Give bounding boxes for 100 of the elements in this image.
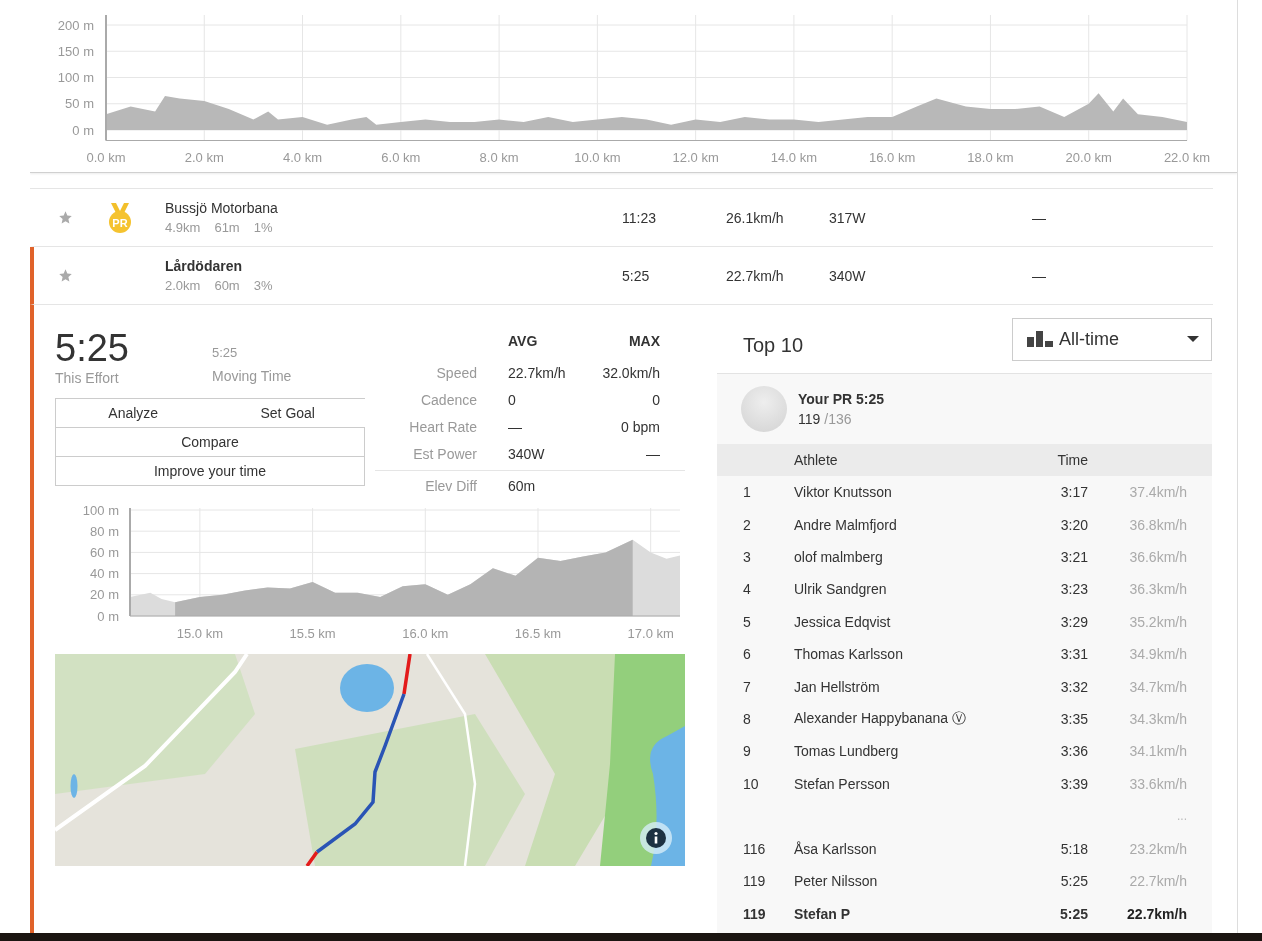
stat-value: 32.0km/h bbox=[602, 364, 660, 381]
ellipsis: ... bbox=[1177, 809, 1187, 824]
segment-row[interactable]: PR Bussjö Motorbana 4.9km 61m 1% 11:23 26.1km/h 317W — bbox=[30, 189, 1213, 247]
effort-speed: 36.8km/h bbox=[1129, 516, 1187, 533]
stat-value: 22.7km/h bbox=[508, 364, 566, 381]
axis-label: 0 m bbox=[72, 122, 94, 138]
leaderboard-title: Top 10 bbox=[742, 333, 804, 357]
effort-speed: 23.2km/h bbox=[1129, 841, 1187, 858]
athlete-name[interactable]: Ulrik Sandgren bbox=[794, 581, 887, 598]
athlete-name[interactable]: Viktor Knutsson bbox=[794, 484, 892, 501]
axis-label: 16.0 km bbox=[402, 626, 449, 641]
rank-number: 9 bbox=[743, 743, 752, 760]
effort-speed: 34.3km/h bbox=[1129, 710, 1187, 727]
effort-speed: 37.4km/h bbox=[1129, 484, 1187, 501]
rank-number: 7 bbox=[743, 678, 752, 695]
segment-elevation: 61m bbox=[214, 220, 240, 235]
column-header: AVG bbox=[507, 333, 539, 349]
segment-time: 11:23 bbox=[622, 209, 656, 226]
axis-label: 14.0 km bbox=[770, 150, 818, 165]
effort-time: 5:25 bbox=[55, 327, 130, 369]
avatar bbox=[741, 386, 787, 432]
effort-time: 3:39 bbox=[1060, 775, 1088, 792]
axis-label: 0.0 km bbox=[86, 150, 126, 165]
rank-number: 119 bbox=[743, 905, 767, 922]
rank-number: 1 bbox=[743, 484, 752, 501]
axis-label: 100 m bbox=[82, 502, 119, 518]
stat-label: Cadence bbox=[419, 391, 477, 408]
info-icon[interactable] bbox=[639, 821, 673, 855]
athlete-name[interactable]: Stefan Persson bbox=[794, 775, 890, 792]
star-icon[interactable] bbox=[58, 210, 73, 225]
stat-value: 60m bbox=[508, 477, 536, 494]
segment-power: 340W bbox=[829, 267, 866, 284]
rank-number: 2 bbox=[743, 516, 752, 533]
effort-time: 3:20 bbox=[1060, 516, 1088, 533]
stat-value: — bbox=[508, 418, 522, 435]
athlete-name[interactable]: Jessica Edqvist bbox=[794, 613, 891, 630]
segment-distance: 2.0km bbox=[165, 278, 201, 293]
athlete-name[interactable]: Tomas Lundberg bbox=[794, 743, 899, 760]
caret-icon bbox=[1187, 336, 1199, 342]
effort-speed: 34.1km/h bbox=[1129, 743, 1187, 760]
segment-distance: 4.9km bbox=[165, 220, 201, 235]
axis-label: 20 m bbox=[90, 587, 119, 603]
effort-time: 5:18 bbox=[1060, 841, 1088, 858]
effort-label: This Effort bbox=[55, 369, 120, 387]
rank-number: 8 bbox=[743, 710, 752, 727]
axis-label: 15.0 km bbox=[176, 626, 223, 641]
rank-number: 5 bbox=[743, 613, 752, 630]
effort-time: 3:36 bbox=[1060, 743, 1088, 760]
effort-time: 3:35 bbox=[1060, 710, 1088, 727]
axis-label: 6.0 km bbox=[381, 150, 421, 165]
rank-number: 116 bbox=[743, 841, 767, 858]
axis-label: 50 m bbox=[65, 96, 94, 112]
total-count: /136 bbox=[824, 411, 852, 427]
effort-time: 5:25 bbox=[1059, 905, 1088, 922]
table-cell: — bbox=[1032, 209, 1046, 226]
athlete-name[interactable]: Åsa Karlsson bbox=[794, 841, 877, 858]
effort-speed: 35.2km/h bbox=[1129, 613, 1187, 630]
axis-label: 20.0 km bbox=[1065, 150, 1112, 165]
effort-speed: 34.9km/h bbox=[1129, 646, 1187, 663]
star-icon[interactable] bbox=[58, 268, 73, 283]
athlete-name[interactable]: Alexander Happybanana Ⓥ bbox=[794, 709, 966, 726]
segment-time: 5:25 bbox=[622, 267, 650, 284]
stat-label: Speed bbox=[435, 364, 477, 381]
athlete-name[interactable]: Jan Hellström bbox=[794, 678, 880, 695]
rank-text: 119 bbox=[798, 411, 821, 427]
segment-speed: 22.7km/h bbox=[726, 267, 784, 284]
athlete-name[interactable]: Thomas Karlsson bbox=[794, 646, 903, 663]
effort-speed: 22.7km/h bbox=[1129, 873, 1187, 890]
stat-value: — bbox=[646, 445, 660, 462]
moving-time-label: Moving Time bbox=[212, 367, 292, 385]
axis-label: 150 m bbox=[57, 43, 94, 59]
axis-label: 100 m bbox=[57, 70, 94, 85]
segment-name[interactable]: Bussjö Motorbana bbox=[165, 200, 278, 216]
axis-label: 15.5 km bbox=[289, 626, 336, 641]
axis-label: 0 m bbox=[97, 608, 119, 624]
axis-label: 4.0 km bbox=[283, 150, 323, 165]
axis-label: 22.0 km bbox=[1163, 150, 1211, 165]
athlete-name[interactable]: Peter Nilsson bbox=[794, 873, 878, 890]
segment-row[interactable]: Lårdödaren 2.0km 60m 3% 5:25 22.7km/h 340W — bbox=[30, 247, 1213, 305]
rank-number: 3 bbox=[743, 548, 752, 565]
axis-label: 200 m bbox=[57, 17, 94, 33]
axis-label: 60 m bbox=[90, 544, 119, 560]
athlete-name[interactable]: Stefan P bbox=[794, 905, 850, 922]
axis-label: 17.0 km bbox=[627, 626, 674, 641]
effort-time: 3:17 bbox=[1060, 484, 1088, 501]
athlete-name[interactable]: Andre Malmfjord bbox=[794, 516, 897, 533]
rank-number: 119 bbox=[743, 873, 767, 890]
column-header: Athlete bbox=[794, 452, 839, 468]
axis-label: 8.0 km bbox=[479, 150, 519, 165]
segment-grade: 3% bbox=[253, 278, 273, 293]
timeframe-dropdown[interactable]: All-time bbox=[1012, 317, 1212, 361]
rank-number: 10 bbox=[743, 775, 760, 792]
rank-number: 4 bbox=[743, 581, 752, 598]
axis-label: 40 m bbox=[90, 566, 119, 582]
axis-label: 18.0 km bbox=[967, 150, 1014, 165]
effort-speed: 22.7km/h bbox=[1127, 905, 1187, 922]
athlete-name[interactable]: olof malmberg bbox=[794, 548, 883, 565]
personal-record: Your PR 5:25 bbox=[798, 391, 885, 407]
axis-label: 2.0 km bbox=[184, 150, 224, 165]
segment-name[interactable]: Lårdödaren bbox=[165, 258, 242, 274]
